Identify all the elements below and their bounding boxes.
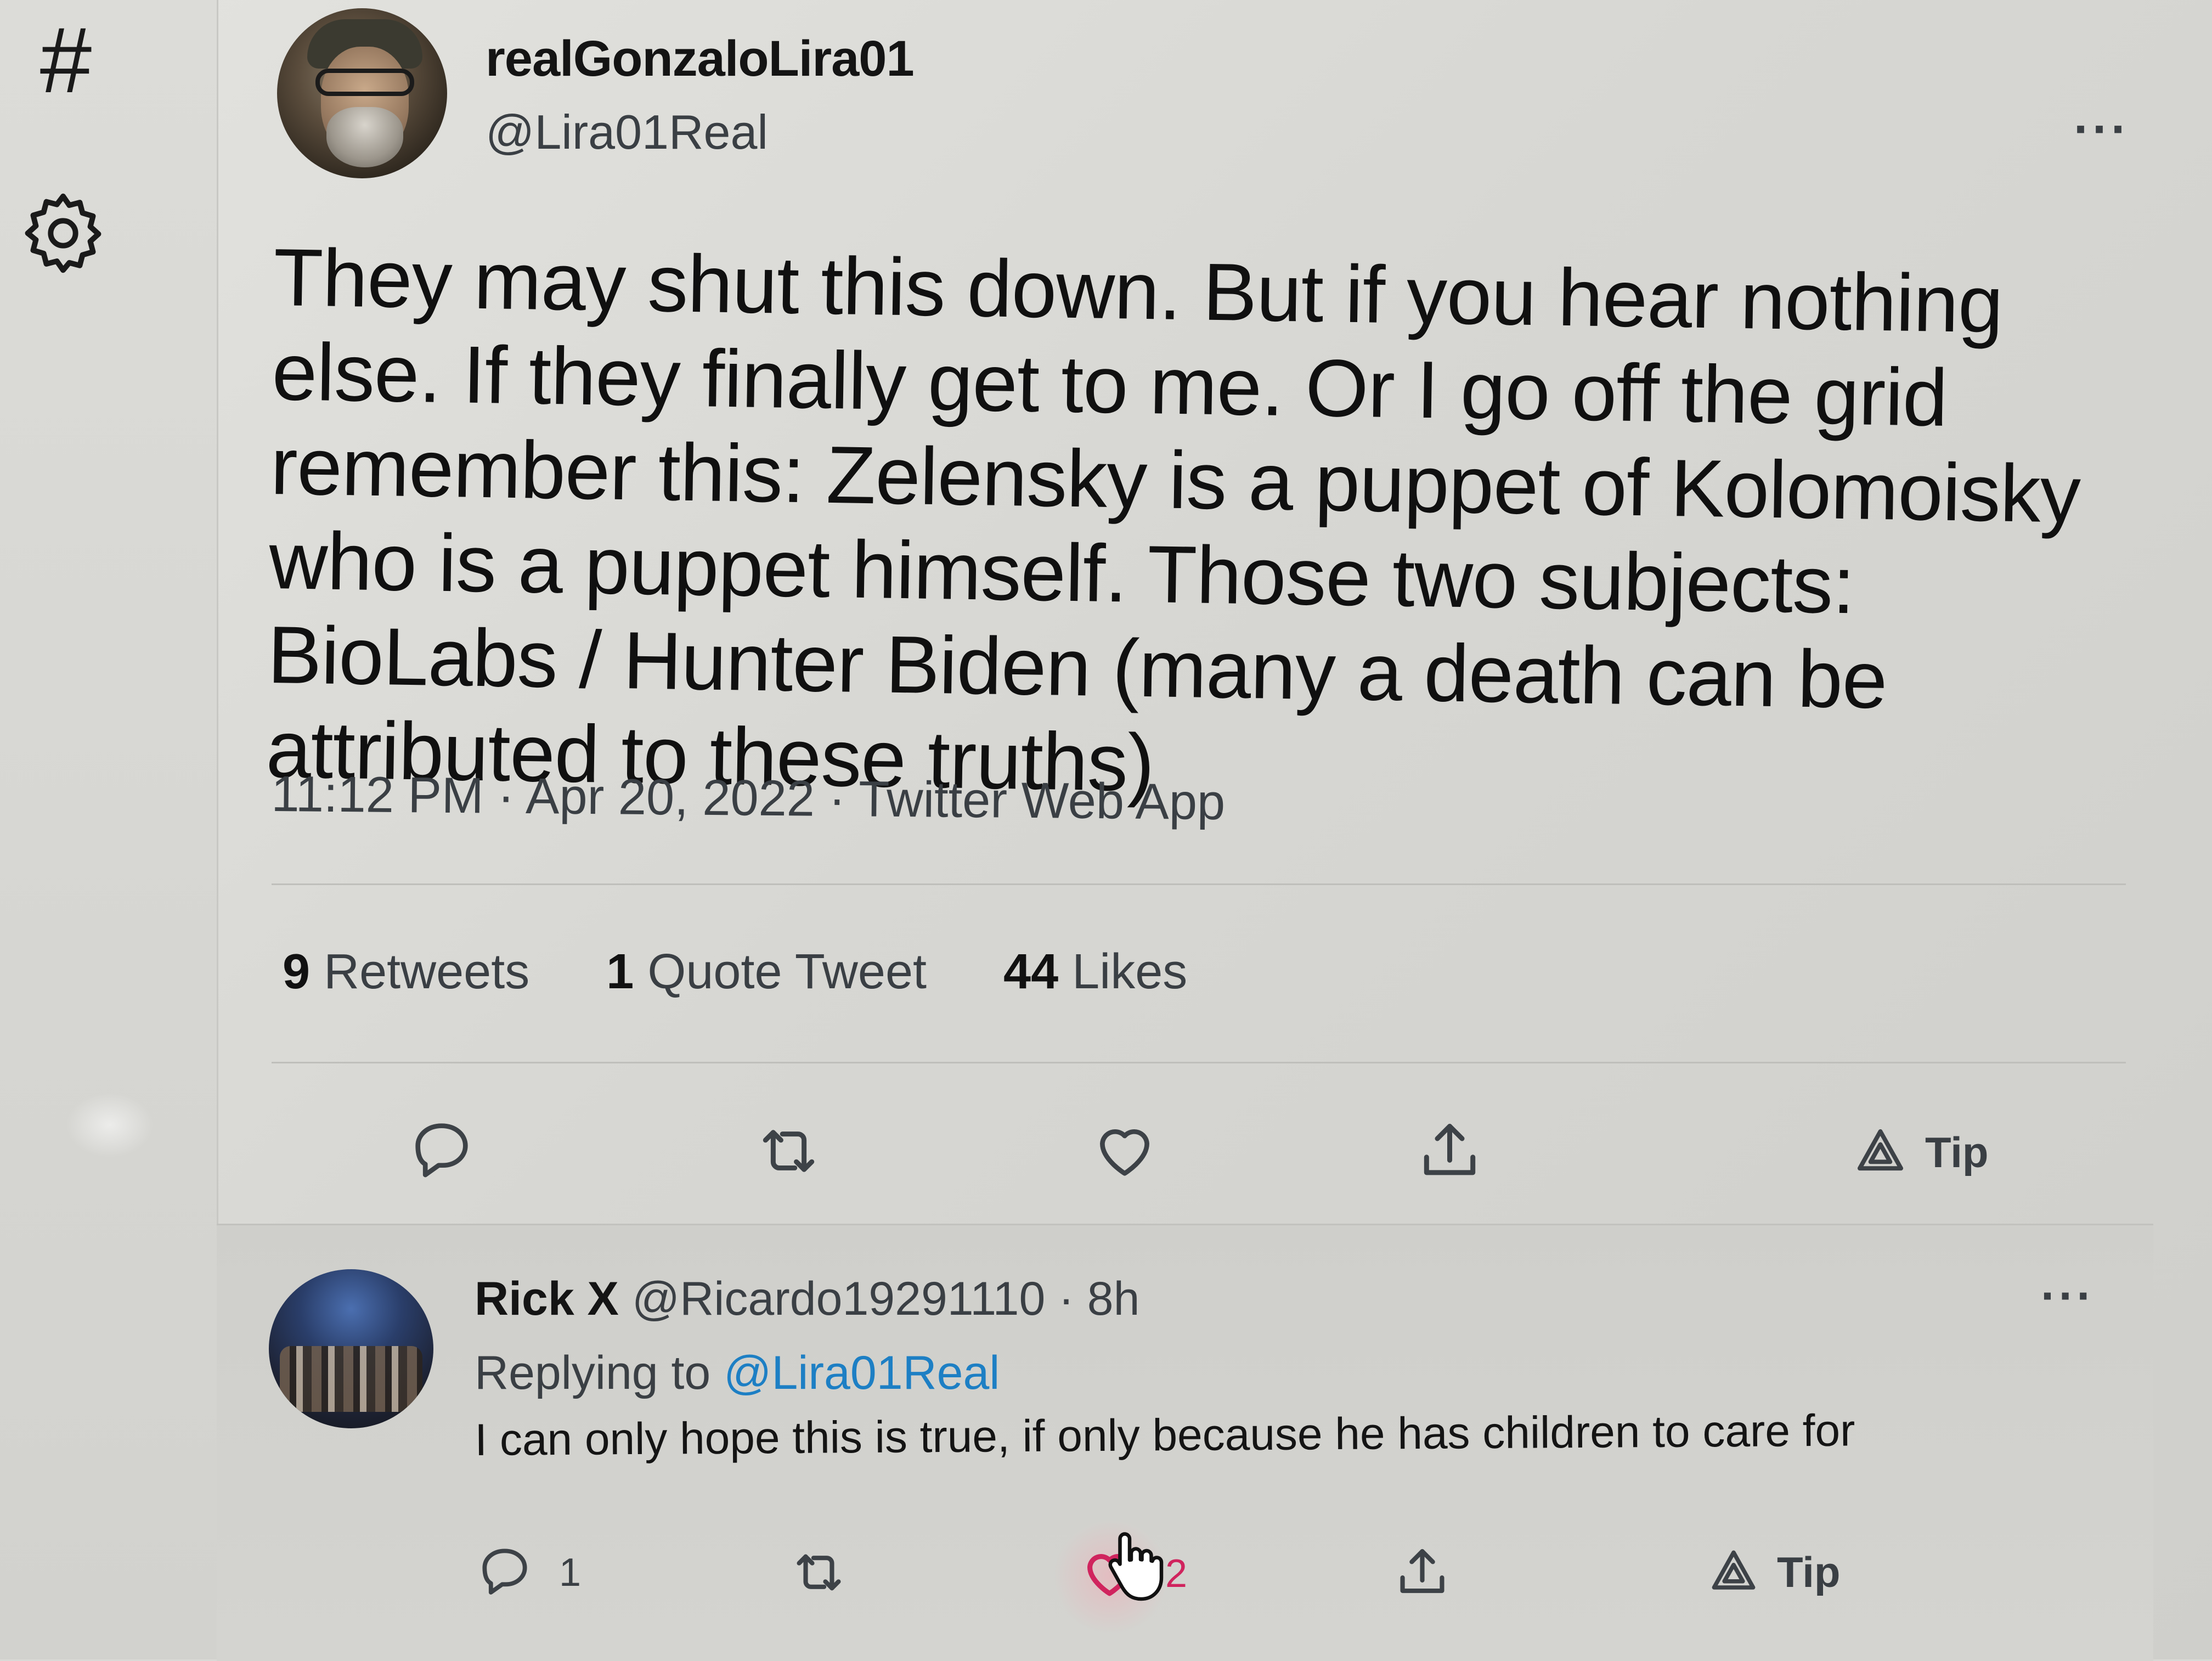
avatar[interactable] <box>269 1269 433 1428</box>
heart-icon <box>1089 1114 1160 1188</box>
retweet-icon <box>787 1541 850 1607</box>
reply-time[interactable]: 8h <box>1087 1273 1140 1325</box>
tip-icon <box>1854 1125 1906 1180</box>
like-count: 2 <box>1165 1552 1188 1596</box>
share-icon <box>1413 1114 1487 1191</box>
tip-label: Tip <box>1925 1128 1989 1176</box>
avatar[interactable] <box>277 8 447 178</box>
more-options-icon[interactable]: ··· <box>2041 1269 2095 1324</box>
reply-icon <box>475 1541 535 1604</box>
gear-icon[interactable] <box>16 187 110 280</box>
retweets-stat[interactable]: 9 Retweets <box>283 944 529 999</box>
tip-icon <box>1709 1546 1758 1598</box>
like-button[interactable] <box>1089 1114 1160 1188</box>
nav-rail: # <box>0 0 218 1659</box>
share-icon <box>1391 1541 1454 1607</box>
screen: # realGonzaloLira01 @Lira01Real ··· They… <box>0 0 2212 1661</box>
replying-to: Replying to @Lira01Real <box>475 1347 1000 1399</box>
screen-glare <box>66 1092 154 1158</box>
user-handle[interactable]: @Ricardo19291110 <box>632 1273 1046 1325</box>
display-name[interactable]: realGonzaloLira01 <box>486 30 915 88</box>
reply-text: I can only hope this is true, if only be… <box>475 1405 1855 1465</box>
quote-tweets-stat[interactable]: 1 Quote Tweet <box>606 944 927 999</box>
reply-count: 1 <box>559 1550 582 1595</box>
share-button[interactable] <box>1391 1541 1454 1607</box>
more-options-icon[interactable]: ··· <box>2074 102 2130 158</box>
display-name[interactable]: Rick X <box>475 1273 619 1325</box>
hand-cursor-icon <box>1105 1527 1166 1604</box>
replying-to-link[interactable]: @Lira01Real <box>724 1347 1000 1399</box>
tip-button[interactable]: Tip <box>1709 1546 1841 1598</box>
reply-button[interactable] <box>406 1114 477 1188</box>
tip-label: Tip <box>1777 1548 1841 1596</box>
main-tweet: realGonzaloLira01 @Lira01Real ··· They m… <box>219 0 2151 1224</box>
divider <box>272 883 2126 885</box>
reply-header: Rick X @Ricardo19291110 · 8h <box>475 1272 1139 1326</box>
user-handle[interactable]: @Lira01Real <box>486 104 768 160</box>
divider <box>272 1062 2126 1063</box>
tweet-timestamp[interactable]: 11:12 PM · Apr 20, 2022 · Twitter Web Ap… <box>271 765 1226 831</box>
reply-button[interactable]: 1 <box>475 1541 581 1604</box>
retweet-icon <box>752 1114 826 1191</box>
reply-tweet[interactable]: Rick X @Ricardo19291110 · 8h ··· Replyin… <box>217 1224 2153 1661</box>
hashtag-icon[interactable]: # <box>22 14 110 107</box>
tip-button[interactable]: Tip <box>1854 1125 1989 1180</box>
retweet-button[interactable] <box>787 1541 850 1607</box>
tweet-stats: 9 Retweets 1 Quote Tweet 44 Likes <box>283 944 1250 1000</box>
likes-stat[interactable]: 44 Likes <box>1003 944 1187 999</box>
separator: · <box>1058 1273 1074 1325</box>
tweet-text: They may shut this down. But if you hear… <box>265 232 2081 809</box>
share-button[interactable] <box>1413 1114 1487 1191</box>
retweet-button[interactable] <box>752 1114 826 1191</box>
reply-icon <box>406 1114 477 1188</box>
